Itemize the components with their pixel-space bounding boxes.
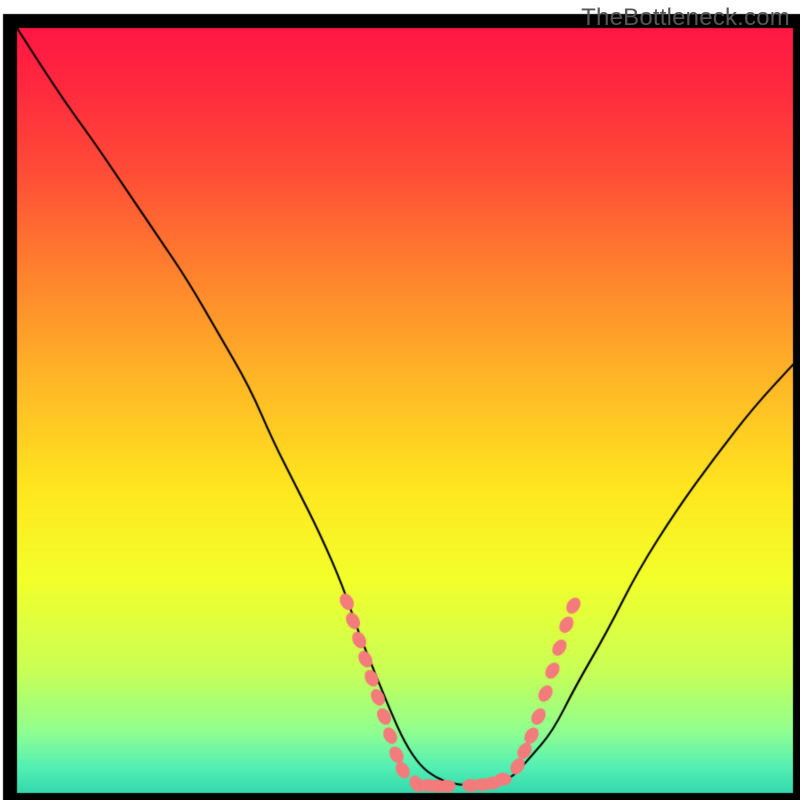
- chart-container: TheBottleneck.com: [0, 0, 800, 800]
- watermark-text: TheBottleneck.com: [581, 4, 790, 32]
- bottleneck-curve-chart: [0, 0, 800, 800]
